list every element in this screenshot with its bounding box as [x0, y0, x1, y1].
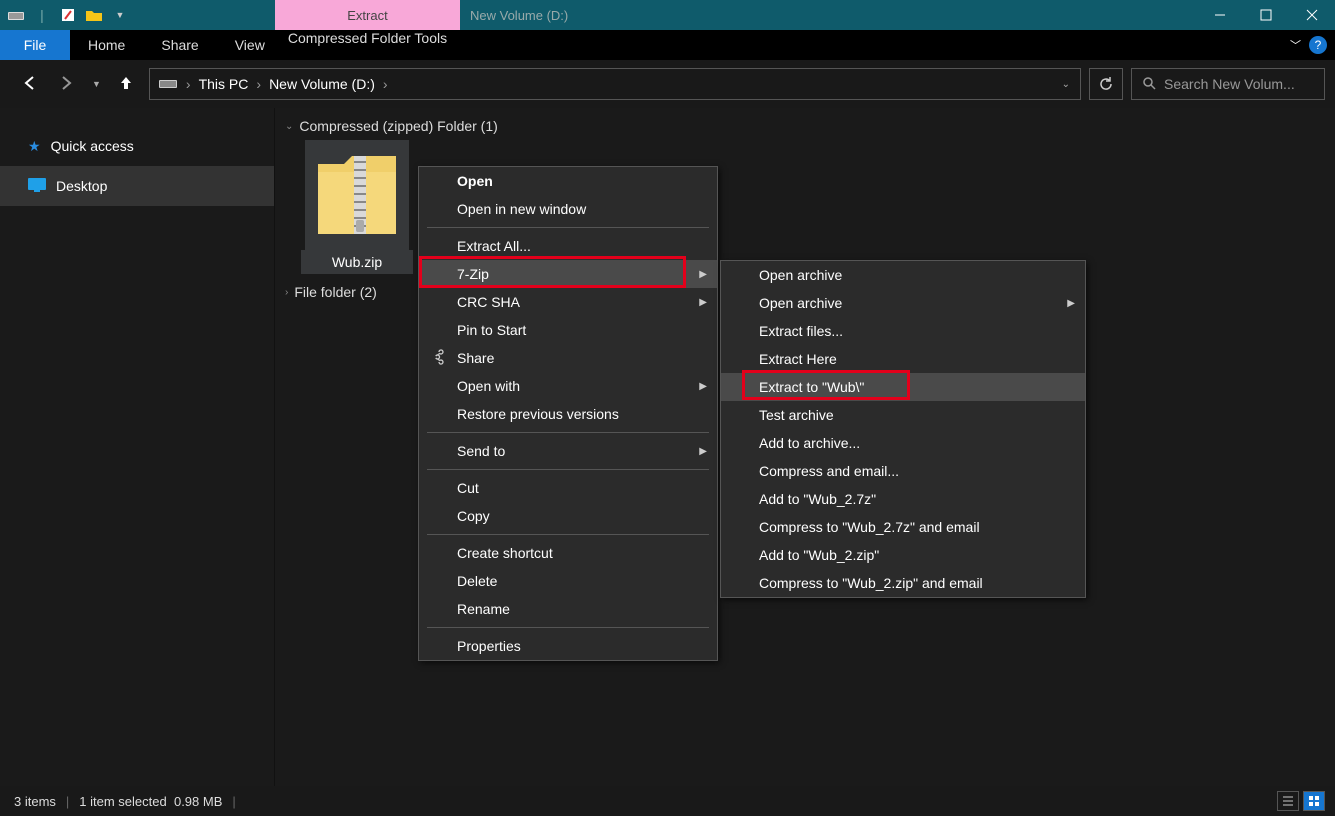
- ctx-open-new-window[interactable]: Open in new window: [419, 195, 717, 223]
- chevron-right-icon[interactable]: ›: [256, 76, 261, 92]
- ctx-cut[interactable]: Cut: [419, 474, 717, 502]
- ctx-crc-sha[interactable]: CRC SHA▶: [419, 288, 717, 316]
- subctx-add-7z[interactable]: Add to "Wub_2.7z": [721, 485, 1085, 513]
- window-title: New Volume (D:): [470, 0, 568, 30]
- ctx-open-with[interactable]: Open with▶: [419, 372, 717, 400]
- view-large-icons-button[interactable]: [1303, 791, 1325, 811]
- refresh-button[interactable]: [1089, 68, 1123, 100]
- address-dropdown-icon[interactable]: ⌄: [1062, 79, 1080, 90]
- minimize-button[interactable]: [1197, 0, 1243, 30]
- sidebar-item-label: Desktop: [56, 178, 107, 194]
- ctx-7zip[interactable]: 7-Zip▶: [419, 260, 717, 288]
- navbar: ▼ › This PC › New Volume (D:) › ⌄ Search…: [0, 60, 1335, 108]
- context-menu: Open Open in new window Extract All... 7…: [418, 166, 718, 661]
- subctx-extract-files[interactable]: Extract files...: [721, 317, 1085, 345]
- tab-share[interactable]: Share: [143, 30, 216, 60]
- qat-newfolder-icon[interactable]: [84, 5, 104, 25]
- ctx-send-to[interactable]: Send to▶: [419, 437, 717, 465]
- titlebar: | ▼ Extract New Volume (D:): [0, 0, 1335, 30]
- subctx-extract-here[interactable]: Extract Here: [721, 345, 1085, 373]
- chevron-right-icon[interactable]: ›: [383, 76, 388, 92]
- ctx-pin-start[interactable]: Pin to Start: [419, 316, 717, 344]
- chevron-down-icon: ⌄: [285, 121, 293, 132]
- qat-dropdown-icon[interactable]: ▼: [110, 5, 130, 25]
- nav-up-button[interactable]: [117, 74, 135, 95]
- view-details-button[interactable]: [1277, 791, 1299, 811]
- tab-compressed-tools[interactable]: Compressed Folder Tools: [275, 30, 460, 46]
- status-bar: 3 items | 1 item selected 0.98 MB |: [0, 786, 1335, 816]
- breadcrumb-this-pc[interactable]: This PC: [199, 76, 249, 92]
- chevron-right-icon: ▶: [1067, 298, 1075, 309]
- search-input[interactable]: Search New Volum...: [1131, 68, 1325, 100]
- group-header-label: File folder (2): [294, 284, 376, 300]
- qat-properties-icon[interactable]: [58, 5, 78, 25]
- drive-icon[interactable]: [6, 5, 26, 25]
- status-selected-count: 1 item selected: [79, 794, 166, 809]
- breadcrumb-current[interactable]: New Volume (D:): [269, 76, 375, 92]
- ctx-create-shortcut[interactable]: Create shortcut: [419, 539, 717, 567]
- ribbon: File Home Share View Compressed Folder T…: [0, 30, 1335, 60]
- ctx-share[interactable]: Share: [419, 344, 717, 372]
- group-header-zip[interactable]: ⌄ Compressed (zipped) Folder (1): [281, 108, 1335, 140]
- ribbon-expand-icon[interactable]: ﹀: [1290, 37, 1301, 53]
- sidebar-desktop[interactable]: Desktop: [0, 166, 274, 206]
- contextual-group-label: Extract: [275, 0, 460, 30]
- ctx-extract-all[interactable]: Extract All...: [419, 232, 717, 260]
- subctx-add-to-archive[interactable]: Add to archive...: [721, 429, 1085, 457]
- subctx-extract-to[interactable]: Extract to "Wub\": [721, 373, 1085, 401]
- subctx-add-zip[interactable]: Add to "Wub_2.zip": [721, 541, 1085, 569]
- ctx-rename[interactable]: Rename: [419, 595, 717, 623]
- desktop-icon: [28, 178, 46, 195]
- subctx-open-archive-more[interactable]: Open archive▶: [721, 289, 1085, 317]
- chevron-right-icon: ▶: [699, 297, 707, 308]
- address-drive-icon: [158, 76, 178, 93]
- file-pane[interactable]: ⌄ Compressed (zipped) Folder (1): [275, 108, 1335, 786]
- star-icon: ★: [28, 138, 41, 155]
- chevron-right-icon: ▶: [699, 269, 707, 280]
- ctx-delete[interactable]: Delete: [419, 567, 717, 595]
- tab-view[interactable]: View: [217, 30, 283, 60]
- sidebar-quick-access[interactable]: ★ Quick access: [0, 126, 274, 166]
- qat-sep: |: [32, 5, 52, 25]
- sidebar-item-label: Quick access: [51, 138, 134, 154]
- zip-folder-icon: [305, 140, 409, 250]
- close-button[interactable]: [1289, 0, 1335, 30]
- ctx-restore-versions[interactable]: Restore previous versions: [419, 400, 717, 428]
- ctx-open[interactable]: Open: [419, 167, 717, 195]
- search-placeholder: Search New Volum...: [1164, 76, 1295, 92]
- help-icon[interactable]: ?: [1309, 36, 1327, 54]
- subctx-test-archive[interactable]: Test archive: [721, 401, 1085, 429]
- file-name-label: Wub.zip: [301, 250, 413, 274]
- chevron-right-icon: ▶: [699, 446, 707, 457]
- status-item-count: 3 items: [14, 794, 56, 809]
- chevron-right-icon: ›: [285, 287, 288, 298]
- chevron-right-icon: ▶: [699, 381, 707, 392]
- file-item-wub-zip[interactable]: Wub.zip: [301, 140, 413, 274]
- status-selected-size: 0.98 MB: [174, 794, 222, 809]
- subctx-compress-zip-email[interactable]: Compress to "Wub_2.zip" and email: [721, 569, 1085, 597]
- subctx-open-archive[interactable]: Open archive: [721, 261, 1085, 289]
- sidebar: ★ Quick access Desktop: [0, 108, 275, 786]
- ctx-properties[interactable]: Properties: [419, 632, 717, 660]
- context-submenu-7zip: Open archive Open archive▶ Extract files…: [720, 260, 1086, 598]
- group-header-label: Compressed (zipped) Folder (1): [299, 118, 497, 134]
- address-bar[interactable]: › This PC › New Volume (D:) › ⌄: [149, 68, 1081, 100]
- chevron-right-icon[interactable]: ›: [186, 76, 191, 92]
- share-icon: [429, 349, 445, 368]
- nav-recent-dropdown[interactable]: ▼: [92, 79, 101, 89]
- search-icon: [1142, 76, 1156, 93]
- ctx-copy[interactable]: Copy: [419, 502, 717, 530]
- nav-forward-button[interactable]: [56, 73, 76, 96]
- tab-home[interactable]: Home: [70, 30, 143, 60]
- subctx-compress-email[interactable]: Compress and email...: [721, 457, 1085, 485]
- nav-back-button[interactable]: [20, 73, 40, 96]
- subctx-compress-7z-email[interactable]: Compress to "Wub_2.7z" and email: [721, 513, 1085, 541]
- file-tab[interactable]: File: [0, 30, 70, 60]
- maximize-button[interactable]: [1243, 0, 1289, 30]
